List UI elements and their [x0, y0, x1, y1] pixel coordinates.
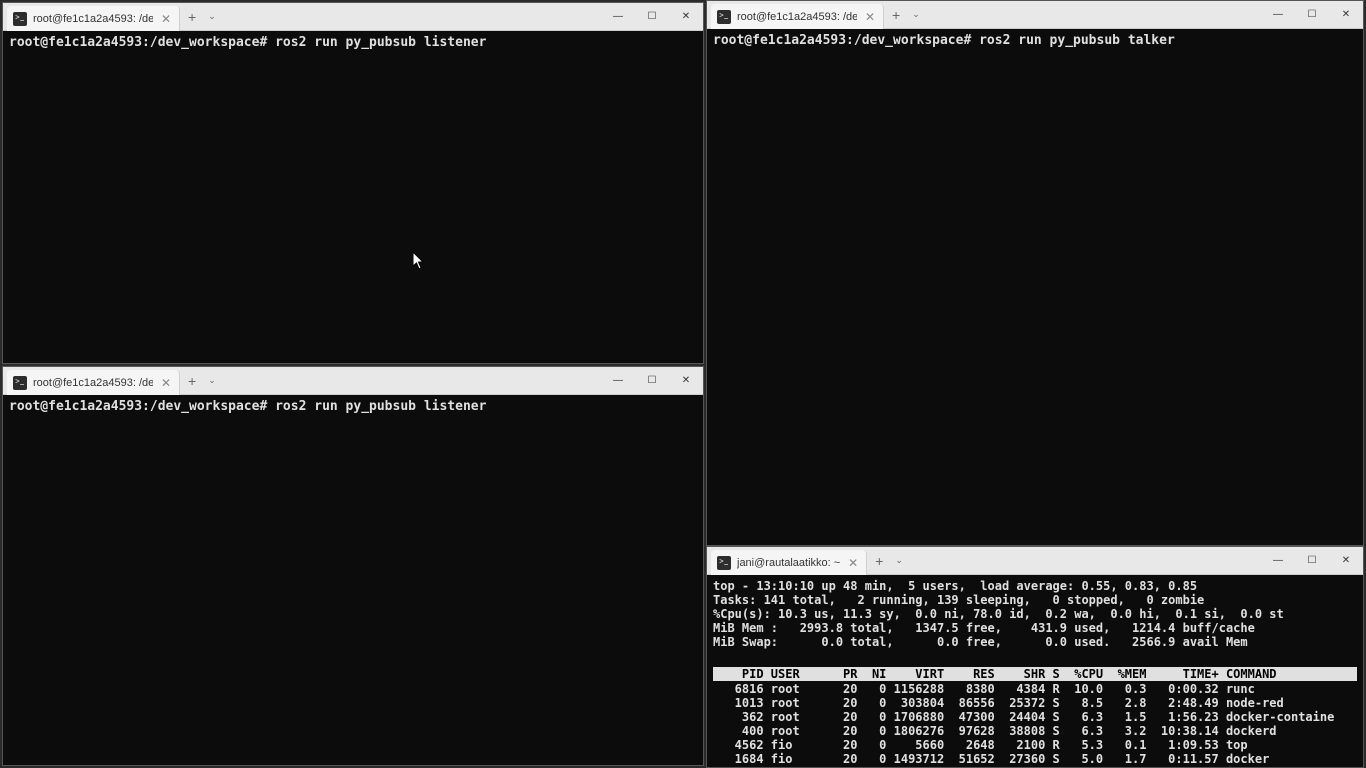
- minimize-button[interactable]: —: [601, 367, 635, 395]
- close-button[interactable]: ✕: [1329, 547, 1363, 575]
- process-row: 4562 fio 20 0 5660 2648 2100 R 5.3 0.1 1…: [713, 738, 1357, 752]
- tab[interactable]: root@fe1c1a2a4593: /dev_work ✕: [7, 6, 180, 31]
- command-text: ros2 run py_pubsub listener: [275, 35, 486, 50]
- minimize-button[interactable]: —: [601, 3, 635, 31]
- terminal-body[interactable]: root@fe1c1a2a4593:/dev_workspace# ros2 r…: [3, 395, 703, 765]
- maximize-button[interactable]: ☐: [1295, 1, 1329, 29]
- tab-title: root@fe1c1a2a4593: /dev_work: [737, 11, 857, 23]
- process-row: 1013 root 20 0 303804 86556 25372 S 8.5 …: [713, 696, 1357, 710]
- window-controls: — ☐ ✕: [1261, 1, 1363, 28]
- top-header-row: PID USER PR NI VIRT RES SHR S %CPU %MEM …: [713, 667, 1357, 681]
- close-button[interactable]: ✕: [1329, 1, 1363, 29]
- process-row: 362 root 20 0 1706880 47300 24404 S 6.3 …: [713, 710, 1357, 724]
- terminal-icon: [13, 12, 27, 26]
- tab-close-icon[interactable]: ✕: [846, 556, 860, 570]
- terminal-window-listener-1: root@fe1c1a2a4593: /dev_work ✕ + ⌄ — ☐ ✕…: [2, 2, 704, 364]
- blank-line: [713, 649, 1357, 663]
- tab-dropdown-icon[interactable]: ⌄: [908, 1, 924, 28]
- maximize-button[interactable]: ☐: [635, 367, 669, 395]
- new-tab-button[interactable]: +: [867, 547, 891, 574]
- prompt: root@fe1c1a2a4593:/dev_workspace#: [9, 399, 267, 414]
- top-summary-line: MiB Mem : 2993.8 total, 1347.5 free, 431…: [713, 621, 1357, 635]
- command-text: ros2 run py_pubsub talker: [979, 33, 1175, 48]
- command-text: ros2 run py_pubsub listener: [275, 399, 486, 414]
- tab-dropdown-icon[interactable]: ⌄: [204, 3, 220, 30]
- top-summary-line: %Cpu(s): 10.3 us, 11.3 sy, 0.0 ni, 78.0 …: [713, 607, 1357, 621]
- new-tab-button[interactable]: +: [180, 367, 204, 394]
- close-button[interactable]: ✕: [669, 3, 703, 31]
- titlebar[interactable]: root@fe1c1a2a4593: /dev_work ✕ + ⌄ — ☐ ✕: [707, 1, 1363, 29]
- minimize-button[interactable]: —: [1261, 547, 1295, 575]
- terminal-body[interactable]: root@fe1c1a2a4593:/dev_workspace# ros2 r…: [707, 29, 1363, 545]
- prompt-line: root@fe1c1a2a4593:/dev_workspace# ros2 r…: [9, 399, 697, 415]
- tab-title: jani@rautalaatikko: ~: [737, 557, 840, 569]
- tab-title: root@fe1c1a2a4593: /dev_work: [33, 13, 153, 25]
- maximize-button[interactable]: ☐: [1295, 547, 1329, 575]
- terminal-body[interactable]: root@fe1c1a2a4593:/dev_workspace# ros2 r…: [3, 31, 703, 363]
- window-controls: — ☐ ✕: [601, 367, 703, 394]
- process-row: 852 root 20 0 186140 51232 27384 S 2.2 1…: [713, 766, 1357, 767]
- prompt-line: root@fe1c1a2a4593:/dev_workspace# ros2 r…: [9, 35, 697, 51]
- tab-close-icon[interactable]: ✕: [159, 12, 173, 26]
- terminal-window-listener-2: root@fe1c1a2a4593: /dev_work ✕ + ⌄ — ☐ ✕…: [2, 366, 704, 766]
- tab-dropdown-icon[interactable]: ⌄: [204, 367, 220, 394]
- process-row: 6816 root 20 0 1156288 8380 4384 R 10.0 …: [713, 682, 1357, 696]
- tab[interactable]: jani@rautalaatikko: ~ ✕: [711, 550, 867, 575]
- tab-title: root@fe1c1a2a4593: /dev_work: [33, 377, 153, 389]
- titlebar[interactable]: jani@rautalaatikko: ~ ✕ + ⌄ — ☐ ✕: [707, 547, 1363, 575]
- new-tab-button[interactable]: +: [884, 1, 908, 28]
- prompt: root@fe1c1a2a4593:/dev_workspace#: [713, 33, 971, 48]
- minimize-button[interactable]: —: [1261, 1, 1295, 29]
- tab-dropdown-icon[interactable]: ⌄: [891, 547, 907, 574]
- tab-close-icon[interactable]: ✕: [159, 376, 173, 390]
- terminal-window-talker: root@fe1c1a2a4593: /dev_work ✕ + ⌄ — ☐ ✕…: [706, 0, 1364, 546]
- terminal-body[interactable]: top - 13:10:10 up 48 min, 5 users, load …: [707, 575, 1363, 767]
- titlebar[interactable]: root@fe1c1a2a4593: /dev_work ✕ + ⌄ — ☐ ✕: [3, 3, 703, 31]
- tab[interactable]: root@fe1c1a2a4593: /dev_work ✕: [7, 370, 180, 395]
- window-controls: — ☐ ✕: [1261, 547, 1363, 574]
- process-row: 1684 fio 20 0 1493712 51652 27360 S 5.0 …: [713, 752, 1357, 766]
- new-tab-button[interactable]: +: [180, 3, 204, 30]
- terminal-icon: [13, 376, 27, 390]
- process-row: 400 root 20 0 1806276 97628 38808 S 6.3 …: [713, 724, 1357, 738]
- maximize-button[interactable]: ☐: [635, 3, 669, 31]
- prompt-line: root@fe1c1a2a4593:/dev_workspace# ros2 r…: [713, 33, 1357, 49]
- top-summary-line: top - 13:10:10 up 48 min, 5 users, load …: [713, 579, 1357, 593]
- tab[interactable]: root@fe1c1a2a4593: /dev_work ✕: [711, 4, 884, 29]
- top-summary-line: Tasks: 141 total, 2 running, 139 sleepin…: [713, 593, 1357, 607]
- prompt: root@fe1c1a2a4593:/dev_workspace#: [9, 35, 267, 50]
- terminal-icon: [717, 556, 731, 570]
- terminal-icon: [717, 10, 731, 24]
- tab-close-icon[interactable]: ✕: [863, 10, 877, 24]
- titlebar[interactable]: root@fe1c1a2a4593: /dev_work ✕ + ⌄ — ☐ ✕: [3, 367, 703, 395]
- window-controls: — ☐ ✕: [601, 3, 703, 30]
- terminal-window-top: jani@rautalaatikko: ~ ✕ + ⌄ — ☐ ✕ top - …: [706, 546, 1364, 768]
- close-button[interactable]: ✕: [669, 367, 703, 395]
- top-summary-line: MiB Swap: 0.0 total, 0.0 free, 0.0 used.…: [713, 635, 1357, 649]
